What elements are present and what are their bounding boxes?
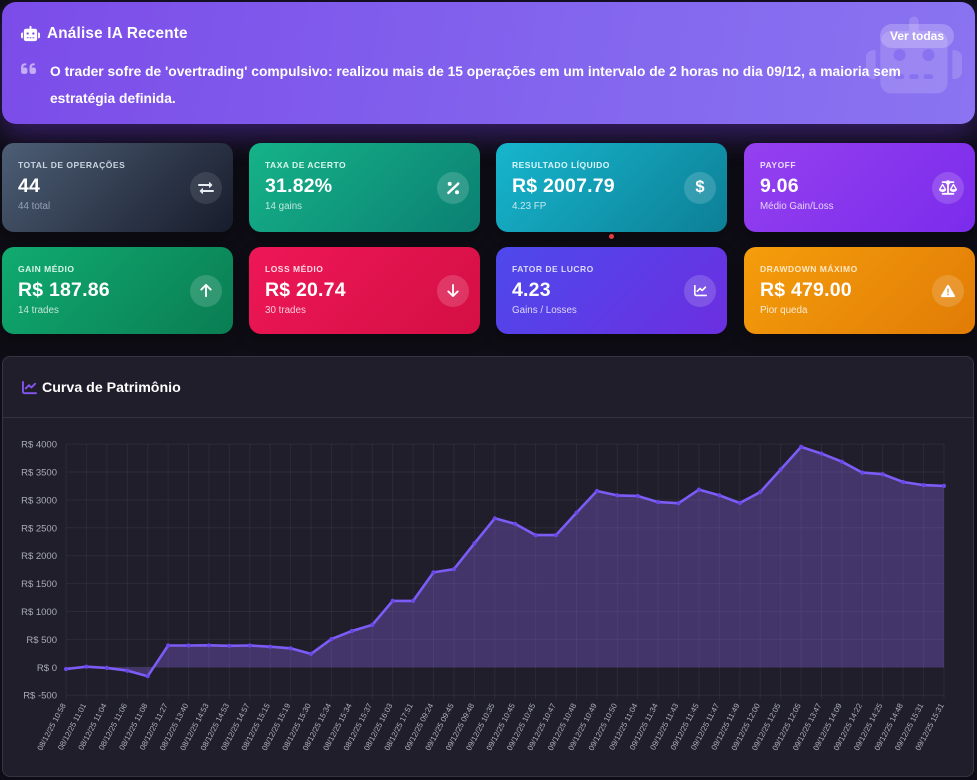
svg-text:R$ 1000: R$ 1000 bbox=[21, 607, 57, 618]
svg-text:R$ -500: R$ -500 bbox=[23, 691, 57, 702]
svg-text:R$ 4000: R$ 4000 bbox=[21, 440, 57, 451]
svg-text:R$ 3000: R$ 3000 bbox=[21, 495, 57, 506]
svg-text:R$ 1500: R$ 1500 bbox=[21, 579, 57, 590]
svg-text:R$ 0: R$ 0 bbox=[37, 663, 57, 674]
svg-text:R$ 3500: R$ 3500 bbox=[21, 468, 57, 479]
svg-text:R$ 2500: R$ 2500 bbox=[21, 523, 57, 534]
svg-text:R$ 2000: R$ 2000 bbox=[21, 551, 57, 562]
svg-text:R$ 500: R$ 500 bbox=[26, 635, 57, 646]
